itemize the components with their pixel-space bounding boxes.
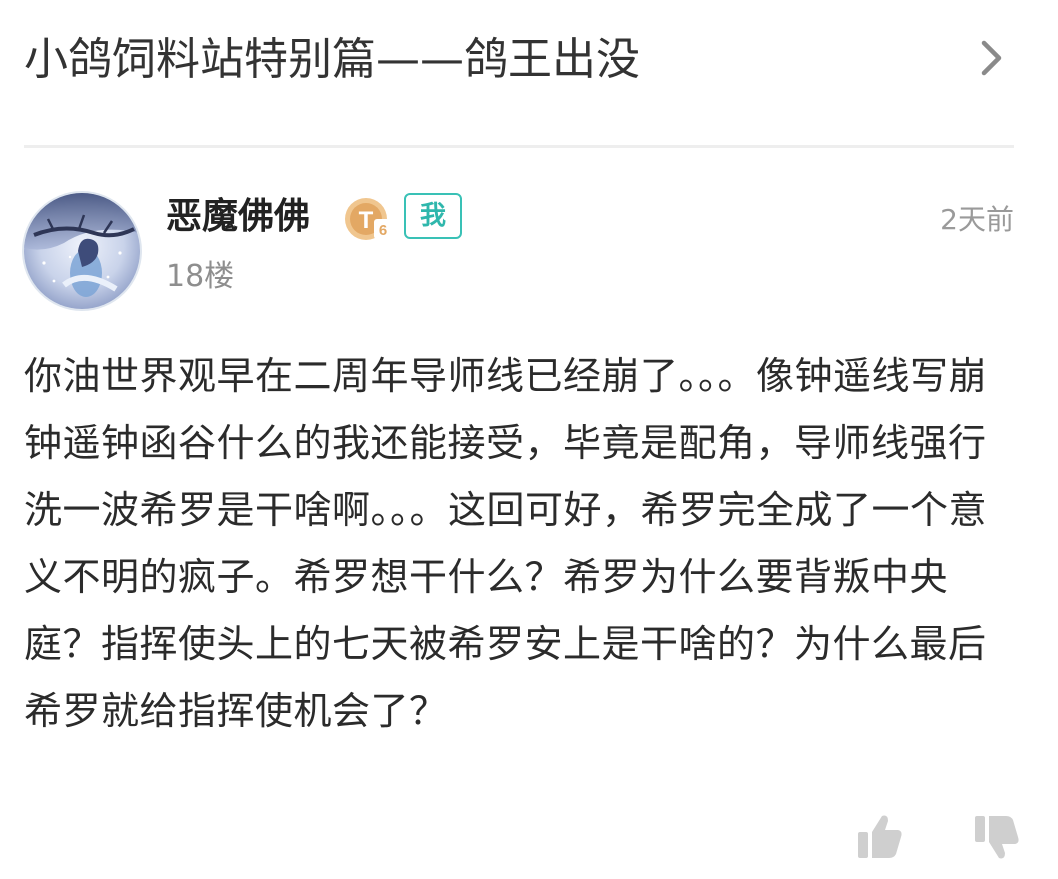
- thumbs-down-icon[interactable]: [972, 812, 1022, 862]
- level-letter: T: [359, 207, 374, 234]
- divider: [24, 145, 1014, 148]
- me-badge: 我: [404, 193, 462, 239]
- post-content: 你油世界观早在二周年导师线已经崩了。。。像钟遥线写崩钟遥钟函谷什么的我还能接受，…: [24, 354, 988, 733]
- post-timestamp: 2天前: [940, 203, 1014, 236]
- level-number: 6: [379, 222, 387, 239]
- post-header[interactable]: 小鸽饲料站特别篇——鸽王出没: [0, 0, 1058, 130]
- chevron-right-icon[interactable]: [975, 38, 1009, 78]
- level-badge-icon: T 6: [345, 198, 392, 240]
- username[interactable]: 恶魔佛佛: [166, 192, 310, 242]
- thumbs-up-icon[interactable]: [855, 812, 905, 862]
- thread-title: 小鸽饲料站特别篇——鸽王出没: [24, 34, 640, 85]
- avatar[interactable]: [24, 193, 140, 309]
- floor-number: 18楼: [166, 259, 235, 294]
